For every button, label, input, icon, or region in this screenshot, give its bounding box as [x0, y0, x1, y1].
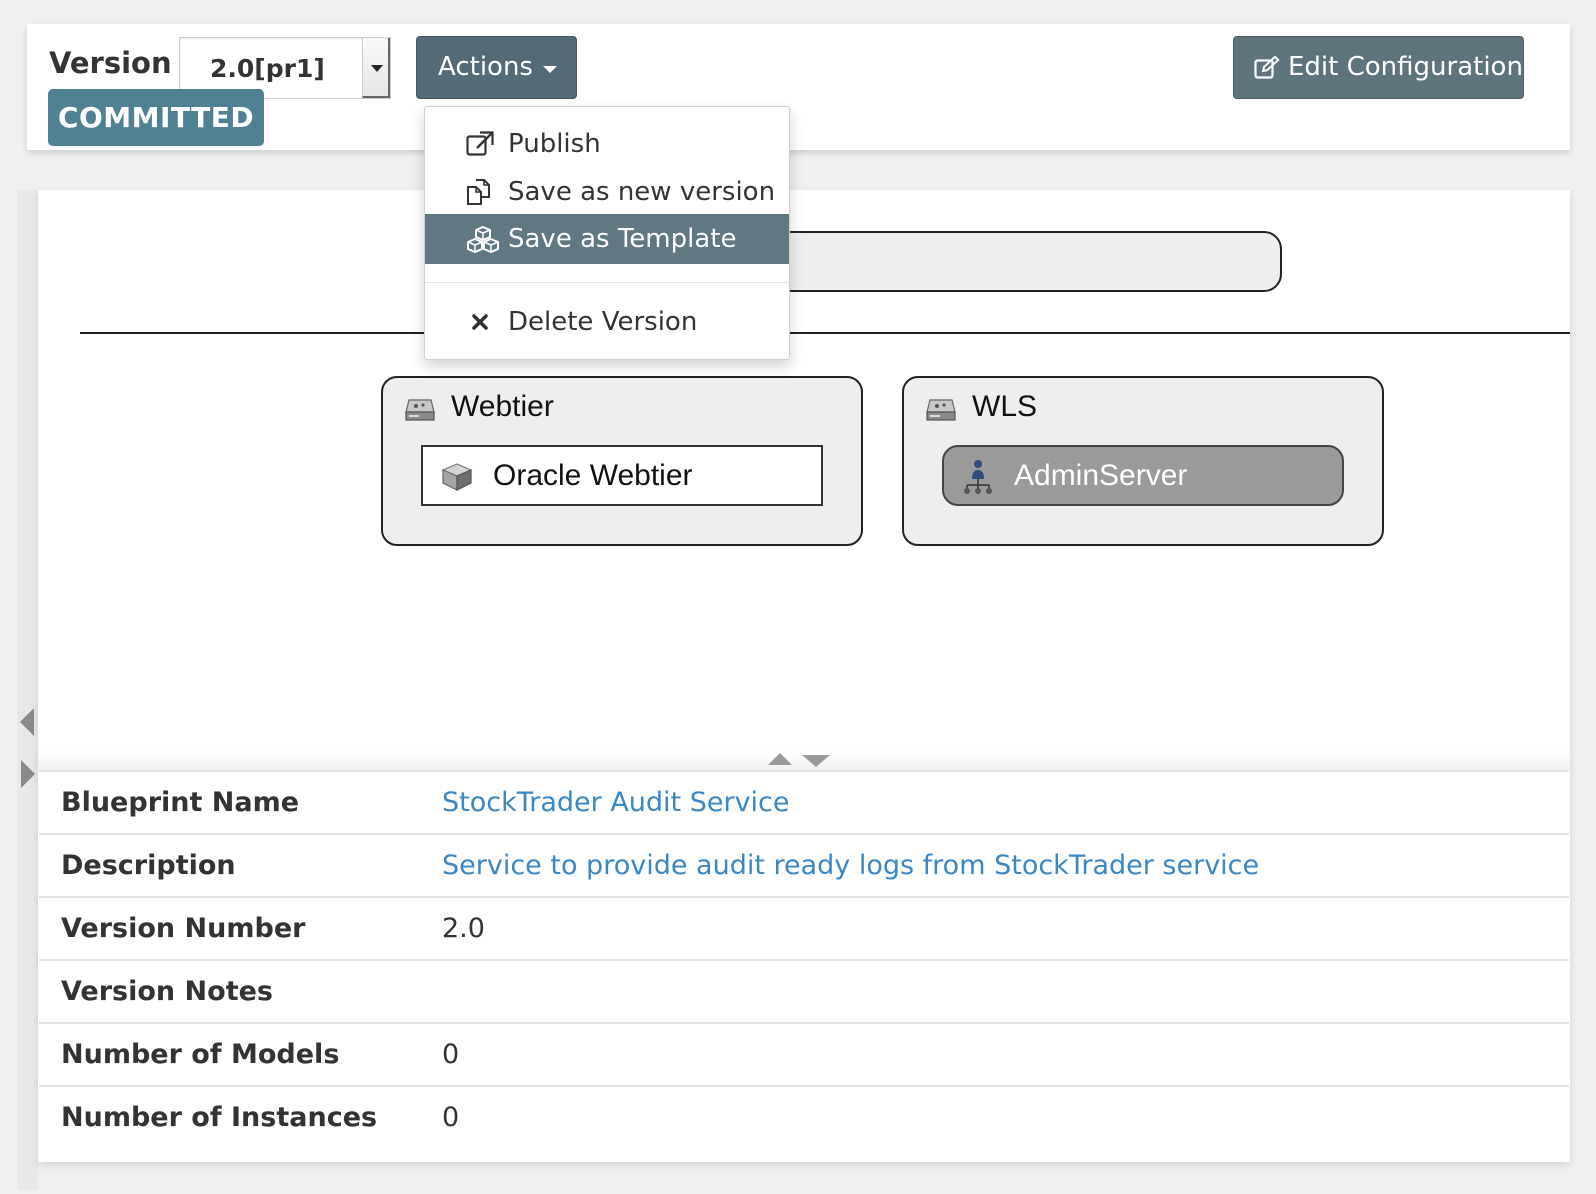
detail-value: 0 — [442, 1039, 460, 1070]
detail-row-number-of-instances: Number of Instances 0 — [39, 1085, 1569, 1148]
diagram-connector-line — [80, 332, 1570, 334]
tier-webtier[interactable]: Webtier Oracle Webtier — [381, 376, 863, 546]
node-oracle-webtier[interactable]: Oracle Webtier — [421, 445, 823, 506]
version-toolbar: Version 2.0[pr1] COMMITTED Actions Edit … — [27, 24, 1570, 150]
menu-item-delete-version[interactable]: Delete Version — [425, 297, 789, 347]
cubes-icon — [467, 226, 499, 254]
blueprint-details-table: Blueprint Name StockTrader Audit Service… — [39, 770, 1569, 1148]
tier-title: Webtier — [451, 390, 554, 423]
menu-item-label: Delete Version — [508, 307, 698, 337]
node-label: Oracle Webtier — [493, 459, 693, 492]
diagram-group-bar[interactable] — [720, 231, 1282, 292]
detail-key: Blueprint Name — [61, 787, 300, 818]
server-icon — [926, 399, 956, 421]
detail-key: Number of Instances — [61, 1102, 378, 1133]
blueprint-name-link[interactable]: StockTrader Audit Service — [442, 787, 790, 818]
collapse-left-icon[interactable] — [20, 708, 34, 736]
edit-configuration-button[interactable]: Edit Configuration — [1233, 36, 1524, 99]
actions-button[interactable]: Actions — [416, 36, 577, 99]
left-sidebar-strip — [17, 190, 38, 1190]
component-cube-icon — [441, 463, 473, 491]
copy-icon — [467, 179, 490, 205]
node-adminserver[interactable]: AdminServer — [942, 445, 1344, 506]
tier-title: WLS — [972, 390, 1038, 423]
menu-item-label: Save as new version — [508, 177, 776, 207]
detail-key: Number of Models — [61, 1039, 340, 1070]
description-link[interactable]: Service to provide audit ready logs from… — [442, 850, 1259, 881]
detail-row-number-of-models: Number of Models 0 — [39, 1022, 1569, 1085]
edit-icon — [1254, 56, 1280, 79]
actions-button-label: Actions — [438, 52, 533, 82]
split-down-icon[interactable] — [802, 755, 830, 767]
edit-configuration-label: Edit Configuration — [1288, 52, 1523, 82]
admin-server-icon — [964, 460, 992, 494]
detail-value: 2.0 — [442, 913, 485, 944]
expand-right-icon[interactable] — [21, 760, 35, 788]
menu-item-save-as-new-version[interactable]: Save as new version — [425, 167, 789, 217]
detail-key: Description — [61, 850, 236, 881]
detail-key: Version Number — [61, 913, 306, 944]
menu-divider — [425, 282, 789, 283]
detail-row-description: Description Service to provide audit rea… — [39, 833, 1569, 896]
caret-down-icon — [543, 66, 557, 73]
chevron-down-icon[interactable] — [362, 38, 390, 98]
detail-row-version-notes: Version Notes — [39, 959, 1569, 1022]
close-icon — [472, 314, 488, 330]
menu-item-publish[interactable]: Publish — [425, 119, 789, 169]
server-icon — [405, 399, 435, 421]
menu-item-label: Publish — [508, 129, 601, 159]
external-link-icon — [466, 131, 494, 156]
actions-dropdown-menu: Publish Save as new version Save as Temp… — [424, 106, 790, 360]
split-up-icon[interactable] — [768, 753, 792, 765]
detail-row-blueprint-name: Blueprint Name StockTrader Audit Service — [39, 770, 1569, 833]
status-badge: COMMITTED — [48, 89, 264, 146]
menu-item-save-as-template[interactable]: Save as Template — [425, 214, 789, 264]
version-label: Version — [49, 46, 172, 80]
detail-row-version-number: Version Number 2.0 — [39, 896, 1569, 959]
version-select-value: 2.0[pr1] — [210, 54, 325, 83]
node-label: AdminServer — [1014, 459, 1188, 492]
menu-item-label: Save as Template — [508, 224, 737, 254]
detail-value: 0 — [442, 1102, 460, 1133]
detail-key: Version Notes — [61, 976, 273, 1007]
tier-wls[interactable]: WLS AdminServer — [902, 376, 1384, 546]
